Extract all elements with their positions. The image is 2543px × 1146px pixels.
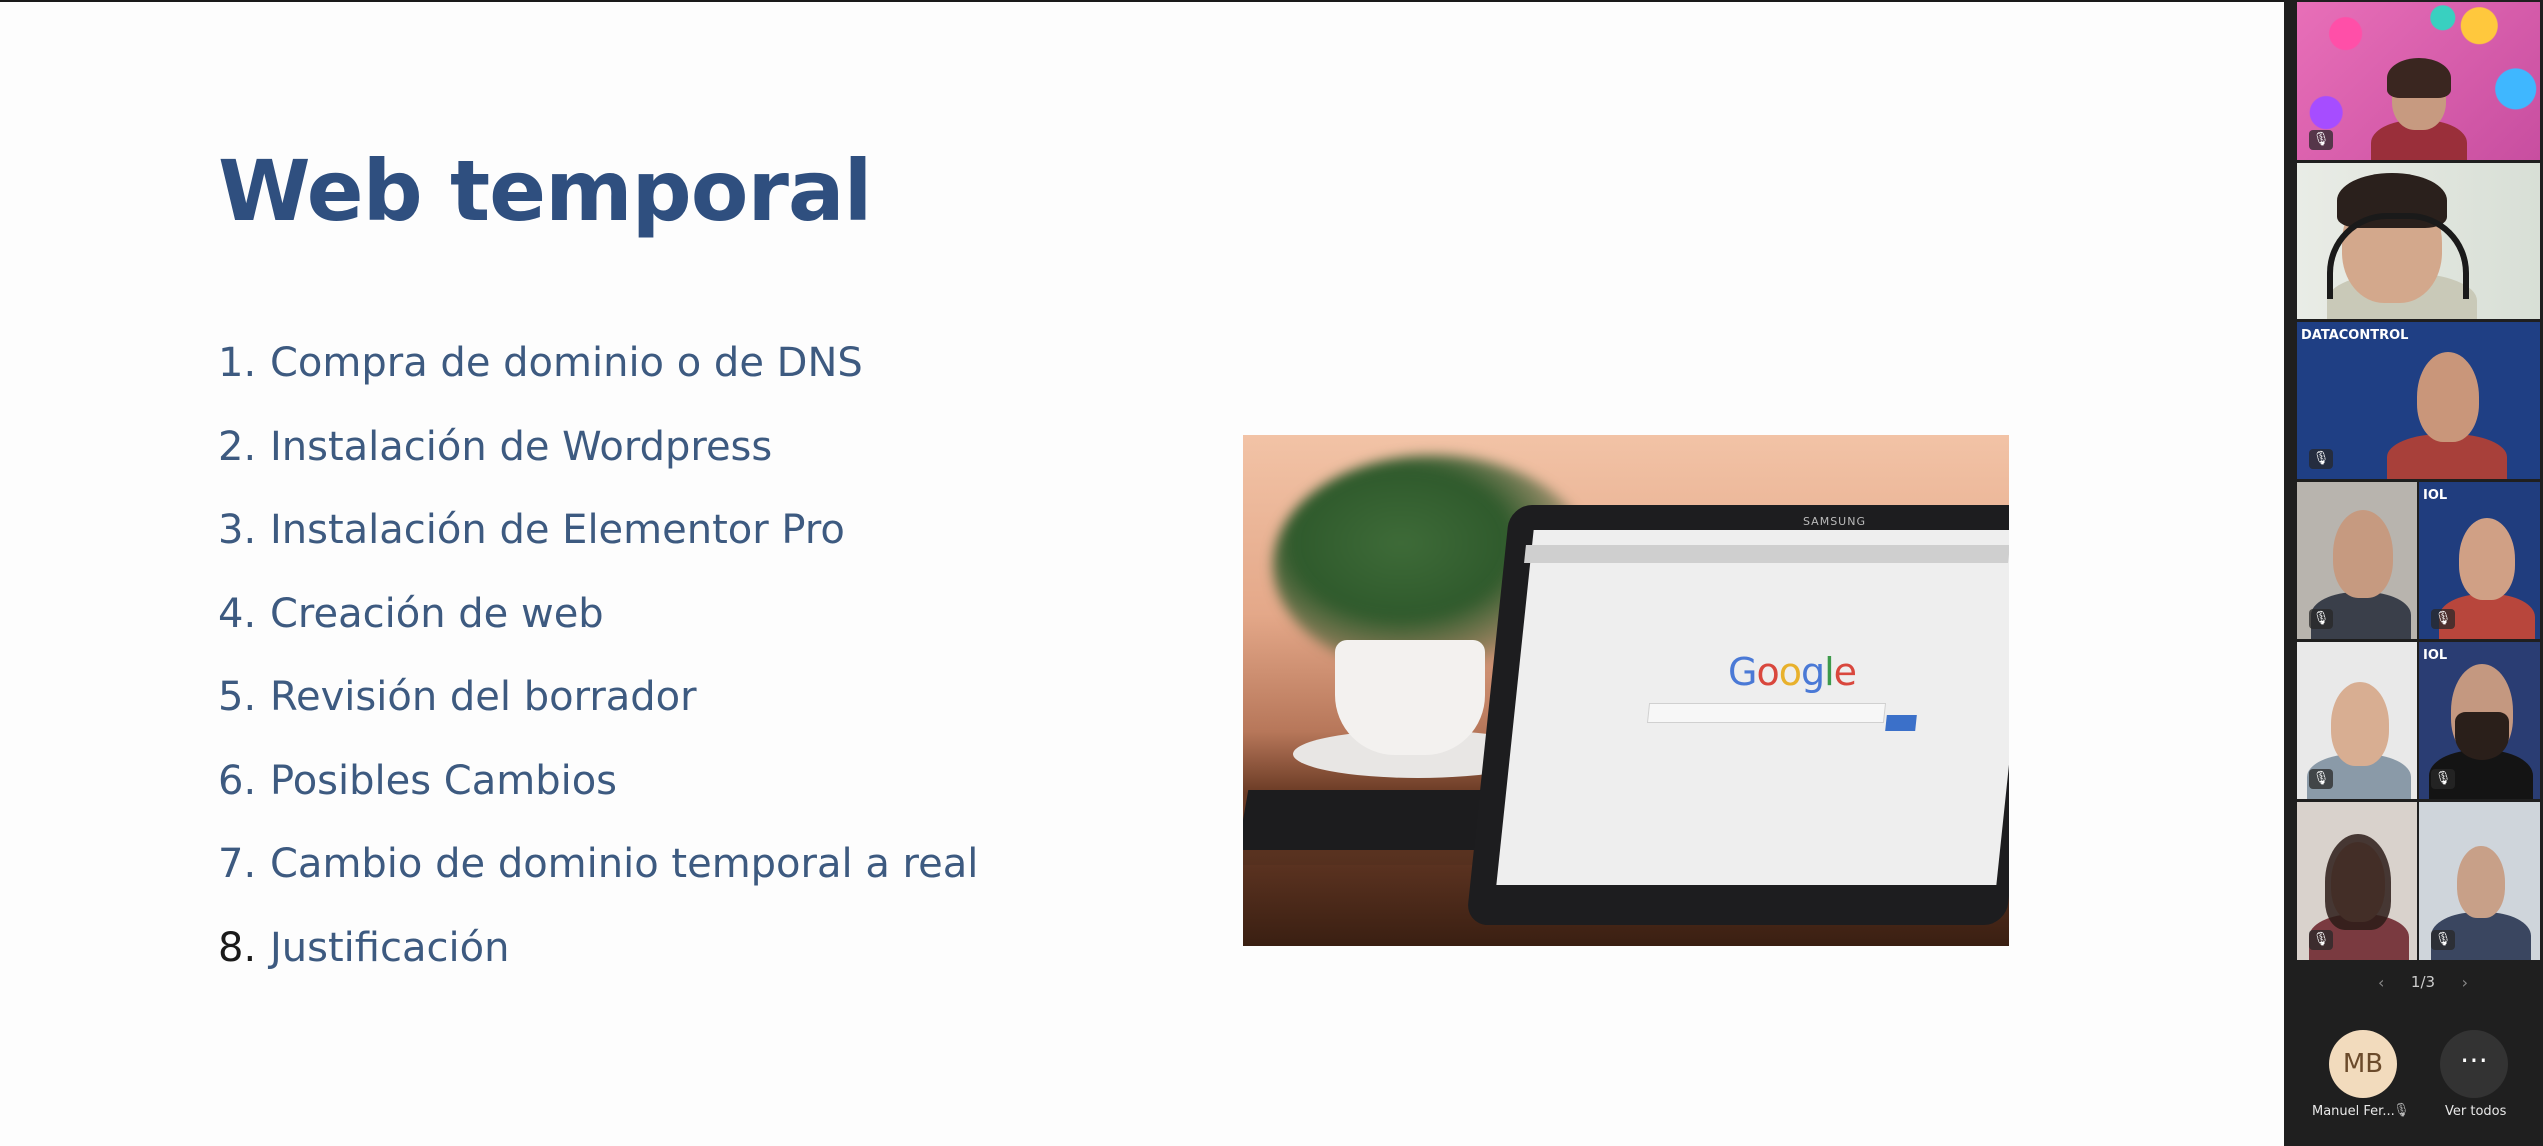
pager-label: 1/3 <box>2410 973 2436 991</box>
list-item-text: Instalación de Wordpress <box>270 423 773 470</box>
participant-hair <box>2325 834 2391 930</box>
list-item-number: 4. <box>218 590 257 637</box>
list-item-number: 8. <box>218 924 257 971</box>
list-item-text: Revisión del borrador <box>270 674 697 720</box>
see-all-label: Ver todos <box>2445 1104 2507 1119</box>
slide-title: Web temporal <box>218 142 872 240</box>
participant-hair <box>2387 58 2451 98</box>
company-logo: IOL <box>2423 488 2448 503</box>
participant-video-tile[interactable]: 🎙 <box>2297 482 2417 639</box>
chevron-right-icon[interactable]: › <box>2462 973 2468 992</box>
tablet-photo: SAMSUNG Google <box>1243 435 2009 946</box>
agenda-list: 1. Compra de dominio o de DNS 2. Instalaci… <box>218 340 978 1008</box>
list-item-text: Posibles Cambios <box>270 757 618 804</box>
participant-face <box>2459 518 2515 600</box>
list-item-text: Cambio de dominio temporal a real <box>270 841 979 887</box>
coffee-cup <box>1335 640 1485 755</box>
list-item-number: 2. <box>218 423 257 470</box>
avatar[interactable]: MB <box>2329 1030 2397 1098</box>
tablet-brand: SAMSUNG <box>1803 515 1866 528</box>
participant-video-tile[interactable]: IOL 🎙 <box>2419 642 2540 799</box>
list-item: 5. Revisión del borrador <box>218 674 978 758</box>
participant-video-tile[interactable]: DATACONTROL 🎙 <box>2297 322 2540 479</box>
headphones-icon <box>2327 213 2469 299</box>
mic-muted-icon: 🎙 <box>2309 769 2333 789</box>
mic-muted-icon: 🎙 <box>2431 609 2455 629</box>
participant-face <box>2333 510 2393 598</box>
list-item-text: Creación de web <box>270 590 604 637</box>
list-item-number: 5. <box>218 674 257 720</box>
participant-video-tile[interactable]: 🎙 <box>2419 802 2540 960</box>
participant-video-tile[interactable]: 🎙 <box>2297 2 2540 160</box>
see-all-button[interactable]: ⋯ <box>2440 1030 2508 1098</box>
participant-video-tile[interactable] <box>2297 163 2540 319</box>
list-item-text: Compra de dominio o de DNS <box>270 340 863 386</box>
list-item-number: 7. <box>218 841 257 887</box>
list-item: 7. Cambio de dominio temporal a real <box>218 841 978 925</box>
participant-name: Manuel Fer... <box>2312 1104 2395 1119</box>
google-logo: Google <box>1728 650 1857 694</box>
mic-muted-icon: 🎙 <box>2393 1103 2410 1118</box>
presentation-slide: Web temporal 1. Compra de dominio o de DN… <box>0 2 2284 1146</box>
mic-muted-icon: 🎙 <box>2309 609 2333 629</box>
browser-address-bar <box>1524 545 2009 563</box>
list-item: 2. Instalación de Wordpress <box>218 424 978 508</box>
list-item-text: Instalación de Elementor Pro <box>270 507 845 553</box>
participant-face <box>2417 352 2479 442</box>
participant-face <box>2457 846 2505 918</box>
participants-pager: ‹ 1/3 › <box>2378 972 2468 992</box>
company-logo: DATACONTROL <box>2301 328 2409 343</box>
list-item-number: 1. <box>218 340 257 386</box>
mic-muted-icon: 🎙 <box>2309 130 2333 150</box>
participant-video-tile[interactable]: 🎙 <box>2297 802 2417 960</box>
participant-beard <box>2455 712 2509 760</box>
list-item-number: 6. <box>218 757 257 804</box>
participant-face <box>2331 682 2389 766</box>
mic-muted-icon: 🎙 <box>2431 930 2455 950</box>
list-item: 3. Instalación de Elementor Pro <box>218 507 978 591</box>
list-item: 4. Creación de web <box>218 591 978 675</box>
list-item: 6. Posibles Cambios <box>218 758 978 842</box>
mic-muted-icon: 🎙 <box>2309 930 2333 950</box>
list-item-number: 3. <box>218 507 257 553</box>
google-search-button <box>1885 715 1917 731</box>
list-item: 1. Compra de dominio o de DNS <box>218 340 978 424</box>
company-logo: IOL <box>2423 648 2448 663</box>
mic-muted-icon: 🎙 <box>2431 769 2455 789</box>
phone <box>1243 790 1489 850</box>
list-item-text: Justificación <box>270 924 510 971</box>
participant-video-tile[interactable]: 🎙 <box>2297 642 2417 799</box>
list-item: 8. Justificación <box>218 925 978 1009</box>
participant-video-tile[interactable]: IOL 🎙 <box>2419 482 2540 639</box>
mic-muted-icon: 🎙 <box>2309 449 2333 469</box>
google-search-box <box>1646 703 1887 723</box>
chevron-left-icon[interactable]: ‹ <box>2378 973 2384 992</box>
